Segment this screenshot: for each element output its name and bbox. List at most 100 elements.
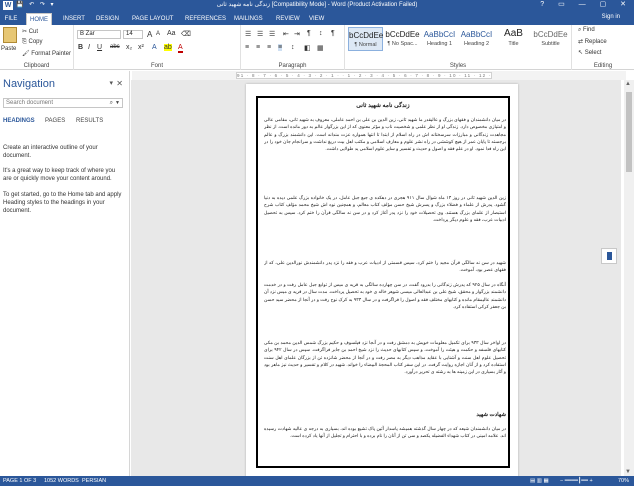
window-controls[interactable]: ? ▭ — ▢ ✕ xyxy=(540,0,632,8)
numbering-icon[interactable]: ☰ xyxy=(257,30,263,38)
tab-references[interactable]: REFERENCES xyxy=(182,13,229,25)
status-bar: PAGE 1 OF 3 1052 WORDS PERSIAN ▤ ▥ ▦ − ━… xyxy=(0,476,634,486)
grow-font-button[interactable]: A xyxy=(147,30,152,39)
select-button[interactable]: ↖ Select xyxy=(578,49,601,56)
editing-group: ⌕ Find ⇄ Replace ↖ Select Editing xyxy=(572,25,634,70)
tab-home[interactable]: HOME xyxy=(26,13,52,25)
font-size-combo[interactable]: 14 xyxy=(123,30,143,39)
nav-help-text-1: Create an interactive outline of your do… xyxy=(3,145,98,159)
paragraph-2: زین الدین شهید ثانی در روز ۱۳ ماه شوال س… xyxy=(264,195,506,222)
word-count[interactable]: 1052 WORDS xyxy=(44,476,79,486)
format-painter-button[interactable]: 🖌 Format Painter xyxy=(22,50,71,57)
nav-options-icon[interactable]: ▾ xyxy=(109,79,113,87)
font-label: Font xyxy=(150,63,163,69)
replace-icon: ⇄ xyxy=(578,39,584,45)
paragraph-6: در میان دانشمندان شیعه که در چهار سال گذ… xyxy=(264,426,506,439)
multilevel-list-icon[interactable]: ☰ xyxy=(269,30,275,38)
font-name-combo[interactable]: B Zar xyxy=(77,30,121,39)
copy-button[interactable]: ⎘ Copy xyxy=(22,39,43,46)
decrease-indent-icon[interactable]: ⇤ xyxy=(283,30,289,38)
style-heading-1[interactable]: AaBbCcI Heading 1 xyxy=(422,27,457,51)
highlight-button[interactable]: ab xyxy=(164,44,172,51)
clipboard-label: Clipboard xyxy=(23,63,50,69)
search-icon[interactable]: ⌕ xyxy=(110,99,113,107)
tab-view[interactable]: VIEW xyxy=(306,13,327,25)
justify-icon[interactable]: ≡ xyxy=(278,44,283,51)
bullets-icon[interactable]: ☰ xyxy=(245,30,251,38)
ribbon: Paste ✂ Cut ⎘ Copy 🖌 Format Painter Clip… xyxy=(0,25,634,70)
superscript-button[interactable]: x² xyxy=(138,44,144,51)
strikethrough-button[interactable]: abc xyxy=(110,44,120,50)
show-marks-icon[interactable]: ¶ xyxy=(331,30,335,37)
bookmark-button[interactable] xyxy=(601,248,617,264)
ruler-scale: 91 · 8 · 7 · 6 · 5 · 4 · 3 · 2 · 1 · · 1… xyxy=(236,72,492,79)
sort-icon[interactable]: ↕ xyxy=(319,30,323,37)
paragraph-3: شهید در سن نه سالگی قرآن مجید را ختم کرد… xyxy=(264,260,506,273)
find-icon: ⌕ xyxy=(578,27,582,33)
document-page[interactable]: زندگی نامه شهید ثانی در میان دانشمندان و… xyxy=(246,84,518,476)
view-mode-icons[interactable]: ▤ ▥ ▦ xyxy=(530,476,549,486)
align-center-icon[interactable]: ≡ xyxy=(256,44,260,51)
paste-button[interactable]: Paste xyxy=(1,46,16,52)
paragraph-5: در اواخر سال ۹۳۳ برای تکمیل معلومات خویش… xyxy=(264,340,506,375)
styles-group: bCcDdEe ¶ Normal bCcDdEe ¶ No Spac... Aa… xyxy=(345,25,572,70)
rtl-direction-icon[interactable]: ¶ xyxy=(307,30,311,37)
bold-button[interactable]: B xyxy=(78,44,83,51)
cut-button[interactable]: ✂ Cut xyxy=(22,28,38,35)
font-color-button[interactable]: A xyxy=(178,44,183,53)
style-subtitle[interactable]: bCcDdEe Subtitle xyxy=(533,27,568,51)
style-title[interactable]: AaB Title xyxy=(496,27,531,51)
clipboard-group: Paste ✂ Cut ⎘ Copy 🖌 Format Painter Clip… xyxy=(0,25,74,70)
subscript-button[interactable]: x₂ xyxy=(126,44,132,51)
scissors-icon: ✂ xyxy=(22,29,28,35)
scroll-up-icon[interactable]: ▲ xyxy=(625,81,631,87)
paste-icon[interactable] xyxy=(3,27,17,43)
copy-icon: ⎘ xyxy=(22,39,27,45)
scroll-thumb[interactable] xyxy=(626,92,632,172)
page-border: زندگی نامه شهید ثانی در میان دانشمندان و… xyxy=(256,96,510,468)
find-button[interactable]: ⌕ Find xyxy=(578,27,595,34)
language-indicator[interactable]: PERSIAN xyxy=(82,476,106,486)
style-normal[interactable]: bCcDdEe ¶ Normal xyxy=(348,27,383,51)
line-spacing-icon[interactable]: ↕ xyxy=(291,44,295,51)
style-heading-2[interactable]: AaBbCcI Heading 2 xyxy=(459,27,494,51)
select-icon: ↖ xyxy=(578,50,584,56)
tab-page-layout[interactable]: PAGE LAYOUT xyxy=(129,13,176,25)
borders-icon[interactable]: ▦ xyxy=(317,44,324,52)
zoom-slider[interactable]: − ━━━━┃━━ + xyxy=(560,476,593,486)
replace-button[interactable]: ⇄ Replace xyxy=(578,38,607,45)
martyrdom-heading: شهادت شهید xyxy=(476,412,506,418)
title-bar: W 💾 ↶ ↷ ▾ زندگی نامه شهید ثانی [Compatib… xyxy=(0,0,634,11)
shrink-font-button[interactable]: A xyxy=(156,31,160,37)
horizontal-ruler[interactable]: 91 · 8 · 7 · 6 · 5 · 4 · 3 · 2 · 1 · · 1… xyxy=(132,71,626,80)
tab-review[interactable]: REVIEW xyxy=(273,13,303,25)
align-right-icon[interactable]: ≡ xyxy=(267,44,271,51)
nav-tab-headings[interactable]: HEADINGS xyxy=(3,118,35,124)
tab-mailings[interactable]: MAILINGS xyxy=(231,13,266,25)
change-case-button[interactable]: Aa xyxy=(167,30,176,37)
shading-icon[interactable]: ◧ xyxy=(304,44,311,52)
nav-search-input[interactable]: Search document ⌕ ▼ xyxy=(3,98,123,108)
vertical-scrollbar[interactable]: ▲ ▼ xyxy=(624,80,634,476)
increase-indent-icon[interactable]: ⇥ xyxy=(294,30,300,38)
align-left-icon[interactable]: ≡ xyxy=(245,44,249,51)
underline-button[interactable]: U xyxy=(97,44,102,51)
style-no-spacing[interactable]: bCcDdEe ¶ No Spac... xyxy=(385,27,420,51)
zoom-level[interactable]: 70% xyxy=(618,476,629,486)
text-effects-button[interactable]: A xyxy=(152,44,157,51)
paragraph-group: ☰ ☰ ☰ ⇤ ⇥ ¶ ↕ ¶ ≡ ≡ ≡ ≡ ↕ ◧ ▦ Paragraph xyxy=(241,25,345,70)
scroll-down-icon[interactable]: ▼ xyxy=(625,469,631,475)
sign-in-link[interactable]: Sign in xyxy=(602,14,620,20)
editing-label: Editing xyxy=(593,63,613,69)
nav-tab-results[interactable]: RESULTS xyxy=(76,118,103,124)
italic-button[interactable]: I xyxy=(88,44,90,51)
window-title: زندگی نامه شهید ثانی [Compatibility Mode… xyxy=(216,2,418,8)
nav-tab-pages[interactable]: PAGES xyxy=(45,118,65,124)
close-icon[interactable]: ✕ xyxy=(116,79,123,88)
tab-design[interactable]: DESIGN xyxy=(93,13,122,25)
tab-insert[interactable]: INSERT xyxy=(60,13,88,25)
tab-file[interactable]: FILE xyxy=(0,13,22,25)
clear-formatting-icon[interactable]: ⌫ xyxy=(181,30,191,38)
chevron-down-icon[interactable]: ▼ xyxy=(115,99,120,107)
page-count[interactable]: PAGE 1 OF 3 xyxy=(3,476,36,486)
